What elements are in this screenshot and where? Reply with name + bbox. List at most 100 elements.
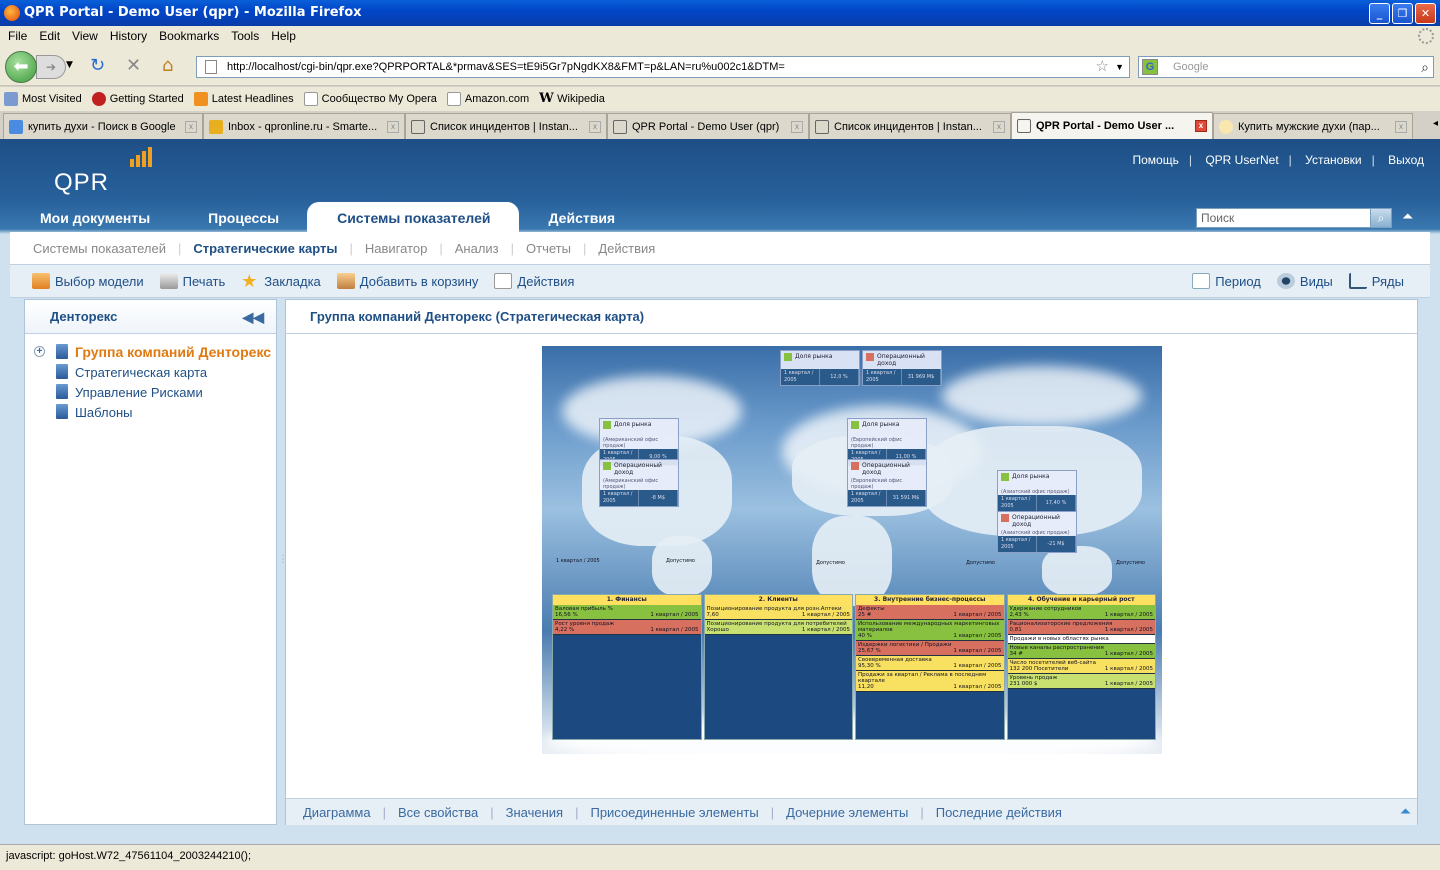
subnav-reports[interactable]: Отчеты [526,241,583,256]
menu-view[interactable]: View [68,26,106,46]
menu-history[interactable]: History [106,26,155,46]
usernet-link[interactable]: QPR UserNet [1205,153,1278,167]
subnav-strategy-maps[interactable]: Стратегические карты [193,241,349,256]
bookmark-getting-started[interactable]: Getting Started [91,92,184,106]
tab-scorecards[interactable]: Системы показателей [307,202,519,232]
bottom-tab-recent-actions[interactable]: Последние действия [936,805,1062,820]
kpi-card[interactable]: Доля рынка (Азиатский офис продаж) 1 кварт… [997,470,1077,512]
tab-close-icon[interactable]: x [1395,120,1407,133]
measure-cell[interactable]: Дефекты 25 #1 квартал / 2005 [856,605,1004,620]
add-to-basket-button[interactable]: Добавить в корзину [336,273,478,289]
kpi-card[interactable]: Операционный доход 1 квартал / 2005 31 969… [862,350,942,386]
bottom-tab-values[interactable]: Значения [506,805,563,820]
kpi-card[interactable]: Доля рынка 1 квартал / 2005 12,0 % [780,350,860,386]
measure-cell[interactable]: Продажи за квартал / Реклама в последнем… [856,671,1004,692]
select-model-button[interactable]: Выбор модели [32,273,144,289]
measure-cell[interactable]: Издержки логистики / Продажи 25,67 % 1 ква… [856,641,1004,656]
bookmark-my-opera[interactable]: Сообщество My Opera [303,92,437,106]
maximize-button[interactable]: ❐ [1392,3,1413,24]
measure-cell[interactable]: Число посетителей веб-сайта 132 200 Посет… [1007,659,1155,674]
bottom-tab-children[interactable]: Дочерние элементы [786,805,908,820]
tab-close-icon[interactable]: x [993,120,1005,133]
logout-link[interactable]: Выход [1388,153,1424,167]
series-button[interactable]: Ряды [1348,273,1404,289]
perspective-header[interactable]: 4. Обучение и карьерный рост [1007,595,1155,605]
qpr-logo[interactable]: QPR [54,169,109,197]
menu-tools[interactable]: Tools [227,26,267,46]
url-bar[interactable]: http://localhost/cgi-bin/qpr.exe?QPRPORT… [196,56,1130,78]
measure-cell[interactable]: Позиционирование продукта для потребител… [704,620,852,635]
bookmark-latest-headlines[interactable]: Latest Headlines [193,92,294,106]
tree-item[interactable]: Управление Рисками [25,382,276,402]
period-button[interactable]: Период [1192,273,1261,289]
measure-cell[interactable]: Своевременная доставка 95,30 % 1 квартал /… [856,656,1004,671]
bookmark-most-visited[interactable]: Most Visited [4,92,82,106]
menu-file[interactable]: File [4,26,35,46]
perspective-header[interactable]: 1. Финансы [553,595,701,605]
bottom-tab-all-properties[interactable]: Все свойства [398,805,478,820]
tab-scroll-right-icon[interactable]: ◂ [1433,118,1438,129]
perspective-header[interactable]: 3. Внутренние бизнес-процессы [856,595,1004,605]
stop-icon[interactable]: ✕ [126,56,141,76]
measure-cell[interactable]: Валовая прибыль % 16,56 % 1 квартал / 2005 [553,605,701,620]
tree-item[interactable]: Стратегическая карта [25,362,276,382]
tree-item[interactable]: Шаблоны [25,402,276,422]
tab-close-icon[interactable]: x [185,120,197,133]
measure-cell[interactable]: Удержание сотрудников 2,43 % 1 квартал / 2… [1007,605,1155,620]
measure-cell[interactable]: Уровень продаж 231 000 $1 квартал / 2005 [1007,674,1155,689]
kpi-card[interactable]: Операционный доход (Американский офис про… [599,459,679,507]
bookmark-amazon[interactable]: Amazon.com [446,92,529,106]
search-button[interactable]: ⌕ [1370,208,1392,228]
browser-tab[interactable]: купить духи - Поиск в Google x [3,113,203,139]
subnav-actions[interactable]: Действия [598,241,667,256]
back-button[interactable]: ⬅ [5,51,37,83]
browser-tab[interactable]: Inbox - qpronline.ru - Smarte... x [203,113,405,139]
google-icon[interactable]: G [1142,59,1158,75]
magnifier-icon[interactable]: ⌕ [1421,57,1429,77]
bottom-tab-diagram[interactable]: Диаграмма [303,805,371,820]
minimize-button[interactable]: _ [1369,3,1390,24]
browser-tab[interactable]: Список инцидентов | Instan... x [809,113,1011,139]
collapse-panel-icon[interactable]: ◀◀ [242,300,264,334]
strategy-map[interactable]: Доля рынка 1 квартал / 2005 12,0 % Операцио… [542,346,1162,754]
tab-actions[interactable]: Действия [519,202,644,232]
menu-help[interactable]: Help [267,26,304,46]
browser-tab-active[interactable]: QPR Portal - Demo User ... x [1011,112,1213,139]
menu-bookmarks[interactable]: Bookmarks [155,26,227,46]
history-dropdown-icon[interactable]: ▼ [66,60,73,70]
print-button[interactable]: Печать [159,273,225,289]
tab-my-documents[interactable]: Мои документы [10,202,178,232]
measure-cell[interactable]: Использование международных маркетинговы… [856,620,1004,641]
portal-search-input[interactable]: Поиск [1196,208,1372,228]
home-icon[interactable]: ⌂ [162,56,173,76]
bookmark-wikipedia[interactable]: W Wikipedia [539,92,605,106]
bookmark-button[interactable]: ★ Закладка [241,272,321,290]
reload-icon[interactable]: ↻ [90,56,105,76]
tab-close-icon[interactable]: x [387,120,399,133]
measure-cell[interactable]: Позиционирование продукта для розн.Аптек… [704,605,852,620]
tab-close-icon[interactable]: x [791,120,803,133]
actions-button[interactable]: Действия [494,273,574,289]
expand-bottom-icon[interactable]: ⏶ [1400,803,1411,820]
browser-tab[interactable]: Список инцидентов | Instan... x [405,113,607,139]
kpi-card[interactable]: Операционный доход (Азиатский офис продаж… [997,511,1077,553]
browser-tab[interactable]: Купить мужские духи (пар... x [1213,113,1413,139]
subnav-scorecards[interactable]: Системы показателей [33,241,178,256]
menu-edit[interactable]: Edit [35,26,68,46]
perspective-header[interactable]: 2. Клиенты [704,595,852,605]
subnav-navigator[interactable]: Навигатор [365,241,439,256]
help-link[interactable]: Помощь [1132,153,1178,167]
measure-cell[interactable]: Рост уровня продаж 4,22 % 1 квартал / 2005 [553,620,701,635]
tab-close-icon[interactable]: x [589,120,601,133]
url-dropdown-icon[interactable]: ▼ [1115,57,1124,77]
expand-icon[interactable]: + [34,346,45,357]
measure-cell[interactable]: Продажи в новых областях рынка [1007,635,1155,644]
views-button[interactable]: Виды [1276,273,1333,289]
bookmark-star-icon[interactable]: ☆ [1096,57,1109,77]
tree-item[interactable]: + Группа компаний Денторекс [25,342,276,362]
tab-close-icon[interactable]: x [1195,120,1207,132]
collapse-header-icon[interactable]: ⏶ [1402,209,1413,225]
measure-cell[interactable]: Рационализаторские предложения 0,81 1 квар… [1007,620,1155,635]
browser-tab[interactable]: QPR Portal - Demo User (qpr) x [607,113,809,139]
subnav-analysis[interactable]: Анализ [455,241,511,256]
